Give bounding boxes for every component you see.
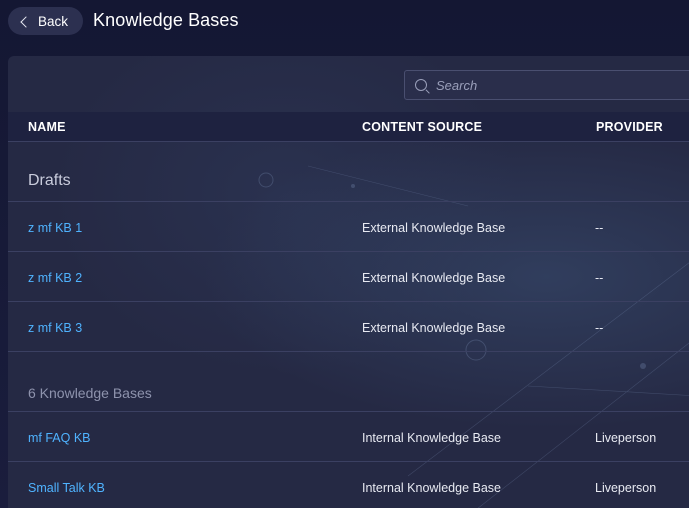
kb-content-source: Internal Knowledge Base [362, 431, 501, 445]
kb-content-source: External Knowledge Base [362, 321, 506, 335]
search-box[interactable] [404, 70, 689, 100]
table-row[interactable]: z mf KB 2 External Knowledge Base -- [8, 252, 689, 302]
kb-name-link[interactable]: Small Talk KB [28, 481, 105, 495]
table-header: NAME CONTENT SOURCE PROVIDER [8, 112, 689, 142]
kb-count-group-header: 6 Knowledge Bases [8, 352, 689, 412]
kb-count-label: 6 Knowledge Bases [28, 385, 152, 401]
kb-name-link[interactable]: z mf KB 1 [28, 221, 82, 235]
table-row[interactable]: z mf KB 3 External Knowledge Base -- [8, 302, 689, 352]
kb-content-source: External Knowledge Base [362, 271, 506, 285]
search-input[interactable] [436, 77, 676, 93]
column-header-provider[interactable]: PROVIDER [596, 120, 663, 134]
top-bar: Back Knowledge Bases [0, 0, 689, 44]
chevron-left-icon [20, 15, 32, 28]
kb-provider: -- [595, 271, 604, 285]
table-row[interactable]: mf FAQ KB Internal Knowledge Base Livepe… [8, 412, 689, 462]
page-title: Knowledge Bases [93, 10, 239, 30]
kb-provider: Liveperson [595, 481, 657, 495]
knowledge-bases-panel: NAME CONTENT SOURCE PROVIDER Drafts z mf… [8, 56, 689, 508]
kb-provider: -- [595, 321, 604, 335]
kb-provider: -- [595, 221, 604, 235]
drafts-group-header: Drafts [8, 142, 689, 202]
kb-provider: Liveperson [595, 431, 657, 445]
column-header-content-source[interactable]: CONTENT SOURCE [362, 120, 482, 134]
column-header-name[interactable]: NAME [28, 120, 66, 134]
table-row[interactable]: Small Talk KB Internal Knowledge Base Li… [8, 462, 689, 508]
back-button-label: Back [38, 13, 69, 29]
kb-name-link[interactable]: z mf KB 2 [28, 271, 82, 285]
kb-name-link[interactable]: mf FAQ KB [28, 431, 91, 445]
table-row[interactable]: z mf KB 1 External Knowledge Base -- [8, 202, 689, 252]
kb-name-link[interactable]: z mf KB 3 [28, 321, 82, 335]
kb-content-source: External Knowledge Base [362, 221, 506, 235]
drafts-label: Drafts [28, 172, 71, 189]
back-button[interactable]: Back [8, 7, 83, 35]
search-icon [415, 79, 427, 91]
kb-content-source: Internal Knowledge Base [362, 481, 501, 495]
